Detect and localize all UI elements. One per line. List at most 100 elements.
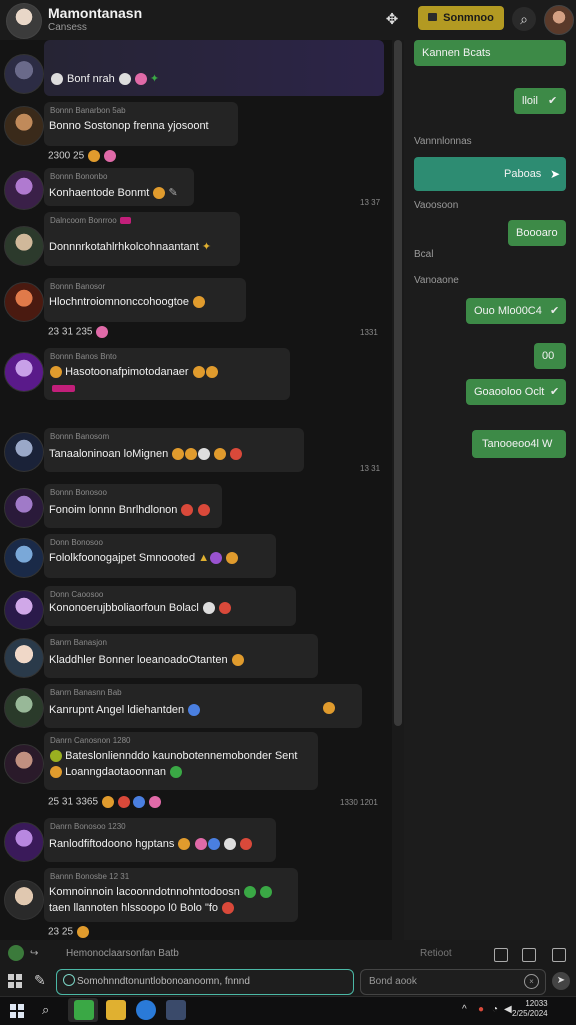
highlight-tag — [52, 384, 76, 392]
right-top-bar[interactable]: Kannen Bcats — [414, 40, 566, 66]
message-avatar — [4, 538, 44, 578]
message-bubble[interactable]: Donn Bonosoo Fololkfoonogajpet Smnoooted… — [44, 534, 276, 578]
message-avatar — [4, 688, 44, 728]
message-avatar — [4, 106, 44, 146]
message-avatar — [4, 744, 44, 784]
user-avatar[interactable] — [544, 5, 574, 35]
reply-chip[interactable]: Boooaro — [508, 220, 566, 246]
context-avatar — [8, 945, 24, 961]
message-time: 13 37 — [360, 198, 381, 207]
message-time: 2300 25 — [48, 150, 85, 162]
document-icon[interactable] — [494, 948, 508, 962]
message-meta: Bonnn Banosom — [50, 432, 110, 441]
lock-button-label: Sonmnoo — [443, 12, 494, 24]
message-bubble[interactable]: Banrn Banasnn Bab Kanrupnt Angel ldiehan… — [44, 684, 362, 728]
reply-chip[interactable]: 00 — [534, 343, 566, 369]
message-bubble[interactable]: Bonnn Bononbo Konhaentode Bonmt ✎ — [44, 168, 194, 206]
message-bubble[interactable]: Bonnn Banosom Tanaaloninoan loMignen — [44, 428, 304, 472]
message-text-2: taen llannoten hlssoopo l0 Bolo "fo — [49, 902, 219, 914]
message-avatar — [4, 282, 44, 322]
scrollbar-thumb[interactable] — [394, 40, 402, 726]
message-bubble[interactable] — [44, 40, 384, 96]
taskbar-app-icon[interactable] — [74, 1000, 94, 1020]
chat-title: Mamontanasn — [48, 5, 143, 21]
message-bubble[interactable]: Danrn Bonosoo 1230 Ranlodfiftodoono hgpt… — [44, 818, 276, 862]
message-avatar — [4, 822, 44, 862]
volume-icon[interactable]: ◀ — [504, 1004, 512, 1015]
clock-date: 2/25/2024 — [512, 1009, 548, 1018]
reply-chip-label: lloil — [522, 95, 538, 107]
lock-button[interactable]: Sonmnoo — [418, 6, 504, 30]
message-meta: Bonnn Banarbon 5ab — [50, 106, 126, 115]
message-reactions[interactable]: 2300 25 — [48, 150, 116, 162]
message-input[interactable]: Somohnndtonuntlobonoanoomn, fnnnd — [56, 969, 354, 995]
teal-chip-label: Paboas — [504, 168, 542, 180]
reply-chip-label: Boooaro — [516, 227, 558, 239]
apps-icon[interactable] — [8, 974, 22, 988]
search-icon[interactable]: ⌕ — [512, 7, 536, 31]
message-input-text: Somohnndtonuntlobonoanoomn, fnnnd — [77, 976, 250, 987]
message-time: 1331 — [360, 328, 378, 337]
section-label: Vanoaone — [414, 275, 459, 286]
message-meta: Bonnn Banosor — [50, 282, 106, 291]
file-explorer-icon[interactable] — [106, 1000, 126, 1020]
message-reactions: 25 31 3365 — [48, 796, 99, 808]
reply-chip[interactable]: Ouo Mlo00C4 ✔ — [466, 298, 566, 324]
reply-icon[interactable]: ↪ — [30, 948, 38, 959]
message-bubble[interactable]: Banrn Banasjon Kladdhler Bonner loeanoad… — [44, 634, 318, 678]
section-label: Vannnlonnas — [414, 136, 472, 147]
tray-chevron-icon[interactable]: ^ — [462, 1004, 467, 1015]
section-label: Vaoosoon — [414, 200, 459, 211]
chat-message-list[interactable]: Bonf nrah ✦ Bonnn Banarbon 5ab Bonno Sos… — [0, 40, 392, 940]
chat-avatar[interactable] — [6, 3, 42, 39]
message-avatar — [4, 638, 44, 678]
role-tag — [119, 217, 132, 225]
windows-start-icon[interactable] — [10, 1004, 24, 1018]
message-avatar — [4, 54, 44, 94]
reply-chip[interactable]: lloil ✔ — [514, 88, 566, 114]
check-icon: ✔ — [550, 386, 560, 398]
chat-app-icon[interactable] — [166, 1000, 186, 1020]
message-bubble[interactable]: Bonnn Banosor Hlochntroiomnonccohoogtoe — [44, 278, 246, 322]
wifi-icon[interactable]: ◔ — [492, 1004, 498, 1015]
tray-app-icon[interactable]: ● — [478, 1004, 484, 1015]
message-bubble[interactable]: Bonnn Banarbon 5ab Bonno Sostonop frenna… — [44, 102, 238, 146]
message-text: Kladdhler Bonner loeanoadoOtanten — [49, 654, 228, 666]
message-meta: Danrn Canosnon 1280 — [50, 736, 131, 745]
message-avatar — [4, 352, 44, 392]
pin-icon[interactable]: ✥ — [382, 10, 402, 30]
send-button[interactable]: ➤ — [552, 972, 570, 990]
message-text: Donnnrkotahlrhkolcohnaantant — [49, 241, 199, 253]
message-meta: Danrn Bonosoo 1230 — [50, 822, 126, 831]
message-meta: Dalncoom Bonrroo — [50, 216, 117, 225]
clear-icon[interactable]: × — [524, 974, 539, 989]
message-meta: Banrn Banasnn Bab — [50, 688, 122, 697]
taskbar-clock[interactable]: 12033 2/25/2024 — [512, 999, 548, 1019]
check-icon: ✔ — [548, 95, 558, 107]
taskbar-search-icon[interactable]: ⌕ — [42, 1002, 49, 1018]
emoji-icon[interactable] — [63, 974, 75, 986]
copy-icon[interactable] — [522, 948, 536, 962]
message-bubble[interactable]: Bonnn Banos Bnto Hasotoonafpimotodanaer — [44, 348, 290, 400]
message-meta: Bonnn Bonosoo — [50, 488, 107, 497]
search-input[interactable]: Bond aook × — [360, 969, 546, 995]
message-text: Bonno Sostonop frenna yjosoont — [49, 120, 209, 132]
browser-icon[interactable] — [136, 1000, 156, 1020]
message-text: Bonf nrah — [67, 73, 115, 85]
message-bubble[interactable]: Donn Caoosoo Kononoerujbboliaorfoun Bola… — [44, 586, 296, 626]
reply-chip[interactable]: Goaooloo Oclt ✔ — [466, 379, 566, 405]
message-text: Tanaaloninoan loMignen — [49, 448, 169, 460]
section-label: Bcal — [414, 249, 434, 260]
delete-icon[interactable] — [552, 948, 566, 962]
reply-chip-label: Ouo Mlo00C4 — [474, 305, 542, 317]
message-bubble[interactable]: Bonnn Bonosoo Fonoim lonnn Bnrlhdlonon — [44, 484, 222, 528]
pen-icon[interactable]: ✎ — [34, 972, 46, 989]
message-avatar — [4, 488, 44, 528]
teal-chip[interactable]: Paboas ➤ — [414, 157, 566, 191]
message-bubble[interactable]: Danrn Canosnon 1280 Bateslonliennddo kau… — [44, 732, 318, 790]
message-bubble[interactable]: Dalncoom Bonrroo Donnnrkotahlrhkolcohnaa… — [44, 212, 240, 266]
send-icon: ➤ — [550, 167, 561, 181]
reply-chip[interactable]: Tanooeoo4l W — [472, 430, 566, 458]
message-bubble[interactable]: Bannn Bonosbe 12 31 Komnoinnoin lacoonnd… — [44, 868, 298, 922]
message-text-2: Loanngdaotaoonnan — [65, 766, 167, 778]
